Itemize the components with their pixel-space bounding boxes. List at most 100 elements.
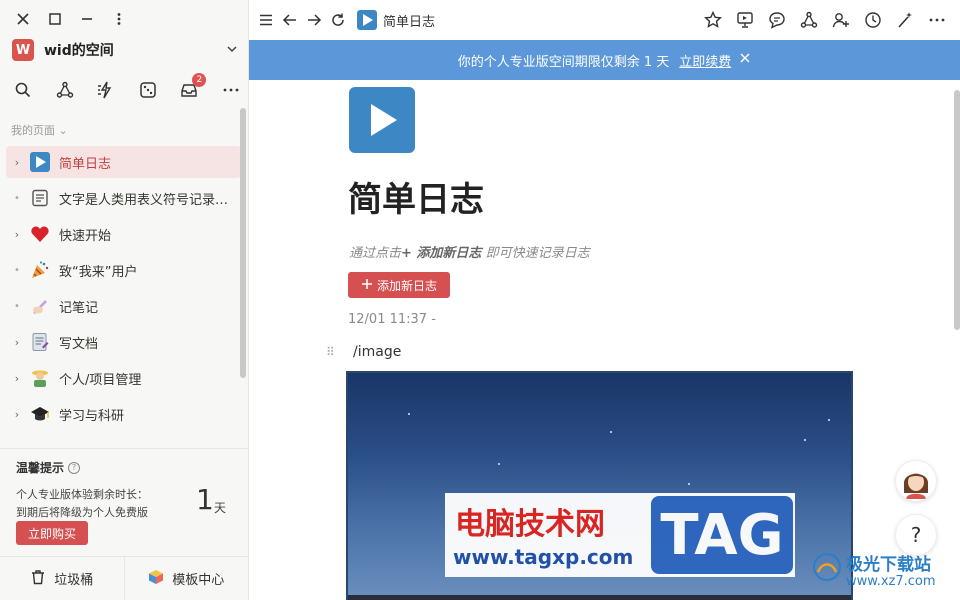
watermark-tagxp: 电脑技术网 www.tagxp.com TAG <box>445 493 795 577</box>
star <box>610 431 612 433</box>
page-list: › 简单日志 • 文字是人类用表义符号记录表达信息以传之久远的方式和工具 › 快… <box>6 146 241 442</box>
chevron-down-icon: ⌄ <box>58 124 68 137</box>
forward-arrow-icon[interactable] <box>305 11 323 29</box>
expand-arrow-icon[interactable]: › <box>12 228 22 241</box>
search-icon[interactable] <box>12 79 34 101</box>
aurora-logo-icon <box>813 553 841 581</box>
tip-title: 温馨提示 ? <box>16 459 232 476</box>
sidebar-item-study[interactable]: › 学习与科研 <box>6 398 241 430</box>
close-icon[interactable] <box>739 52 751 68</box>
city-skyline <box>348 595 851 600</box>
chevron-down-icon <box>226 43 238 58</box>
log-timestamp: 12/01 11:37 - <box>348 312 436 327</box>
sidebar-item-label: 个人/项目管理 <box>59 372 142 388</box>
bullet-icon: • <box>14 264 20 276</box>
sidebar-item-writing[interactable]: • 文字是人类用表义符号记录表达信息以传之久远的方式和工具 <box>6 182 241 214</box>
farmer-icon <box>30 368 50 388</box>
expand-arrow-icon[interactable]: › <box>12 336 22 349</box>
document-icon <box>30 188 50 208</box>
menu-icon[interactable] <box>257 11 275 29</box>
plus-icon <box>361 278 373 293</box>
page-actions <box>703 10 946 29</box>
close-icon[interactable] <box>14 10 32 28</box>
more-vertical-icon[interactable] <box>110 10 128 28</box>
sidebar-item-docs[interactable]: › 写文档 <box>6 326 241 358</box>
history-icon[interactable] <box>863 10 882 29</box>
command-text[interactable]: /image <box>353 344 401 360</box>
presentation-icon[interactable] <box>735 10 754 29</box>
drag-handle-icon[interactable]: ⠿ <box>326 345 335 359</box>
trash-icon <box>30 569 46 589</box>
expand-arrow-icon[interactable]: › <box>12 156 22 169</box>
play-icon <box>357 10 377 30</box>
sidebar-item-label: 快速开始 <box>59 228 112 244</box>
days-remaining: 1 <box>196 483 214 516</box>
buy-now-button[interactable]: 立即购买 <box>16 521 88 545</box>
sidebar-item-project-mgmt[interactable]: › 个人/项目管理 <box>6 362 241 394</box>
play-icon <box>30 152 50 172</box>
refresh-icon[interactable] <box>329 11 347 29</box>
sidebar-scrollbar[interactable] <box>240 108 246 378</box>
heart-icon <box>30 224 50 244</box>
nav-controls <box>257 11 347 29</box>
tip-title-text: 温馨提示 <box>16 461 65 475</box>
play-icon[interactable] <box>349 87 415 153</box>
expand-arrow-icon[interactable]: › <box>12 408 22 421</box>
help-circle-icon[interactable]: ? <box>68 461 81 474</box>
add-log-button[interactable]: 添加新日志 <box>348 272 450 298</box>
maximize-icon[interactable] <box>46 10 64 28</box>
notification-badge: 2 <box>192 73 207 87</box>
star-icon[interactable] <box>703 10 722 29</box>
help-button[interactable]: ? <box>895 514 937 556</box>
watermark-url: www.tagxp.com <box>453 545 634 569</box>
renew-link[interactable]: 立即续费 <box>679 51 731 70</box>
magic-wand-icon[interactable] <box>895 10 914 29</box>
graph-icon[interactable] <box>54 79 76 101</box>
graduation-cap-icon <box>30 404 50 424</box>
template-center-button[interactable]: 模板中心 <box>123 557 249 600</box>
party-popper-icon <box>30 260 50 280</box>
bullet-icon: • <box>14 192 20 204</box>
sidebar-item-label: 简单日志 <box>59 156 112 172</box>
watermark-site-url: www.xz7.com <box>846 574 936 589</box>
page-title[interactable]: 简单日志 <box>348 172 484 221</box>
back-arrow-icon[interactable] <box>281 11 299 29</box>
comment-icon[interactable] <box>767 10 786 29</box>
content-scrollbar[interactable] <box>954 90 960 330</box>
trash-button[interactable]: 垃圾桶 <box>0 557 124 600</box>
sidebar-footer: 垃圾桶 模板中心 <box>0 556 248 600</box>
assistant-avatar-button[interactable] <box>895 460 937 502</box>
my-pages-section[interactable]: 我的页面 ⌄ <box>11 122 68 138</box>
watermark-xz7: 极光下载站 www.xz7.com <box>808 546 954 596</box>
minimize-icon[interactable] <box>78 10 96 28</box>
template-center-label: 模板中心 <box>172 573 225 588</box>
hint-action: + 添加新日志 <box>401 246 482 261</box>
dice-icon[interactable] <box>137 79 159 101</box>
trial-tip-panel: 温馨提示 ? 个人专业版体验剩余时长： 到期后将降级为个人免费版 1 天 立即购… <box>0 448 248 558</box>
sidebar-item-welcome[interactable]: • 致“我来”用户 <box>6 254 241 286</box>
sidebar-toolbar: 2 <box>12 73 242 102</box>
workspace-logo: W <box>12 39 34 61</box>
inbox-icon[interactable]: 2 <box>178 73 207 101</box>
more-horizontal-icon[interactable] <box>220 79 242 101</box>
memo-icon <box>30 332 50 352</box>
page-hint: 通过点击+ 添加新日志 即可快速记录日志 <box>349 242 590 261</box>
expand-arrow-icon[interactable]: › <box>12 372 22 385</box>
star <box>688 483 690 485</box>
more-horizontal-icon[interactable] <box>927 10 946 29</box>
watermark-tag-logo: TAG <box>651 496 793 574</box>
banner-text: 你的个人专业版空间期限仅剩余 1 天 <box>457 54 670 70</box>
graph-icon[interactable] <box>799 10 818 29</box>
sidebar: W wid的空间 2 我的页面 ⌄ › 简单日志 • 文字是人类用表义符号记录表… <box>0 0 249 600</box>
sidebar-item-quick-start[interactable]: › 快速开始 <box>6 218 241 250</box>
star <box>498 463 500 465</box>
workspace-switcher[interactable]: W wid的空间 <box>12 38 238 62</box>
section-label: 我的页面 <box>11 124 55 137</box>
breadcrumb[interactable]: 简单日志 <box>357 10 435 30</box>
workspace-name: wid的空间 <box>44 43 114 59</box>
sidebar-item-simple-log[interactable]: › 简单日志 <box>6 146 241 178</box>
star <box>804 439 806 441</box>
add-user-icon[interactable] <box>831 10 850 29</box>
quick-action-icon[interactable] <box>95 79 117 101</box>
sidebar-item-notes[interactable]: • 记笔记 <box>6 290 241 322</box>
